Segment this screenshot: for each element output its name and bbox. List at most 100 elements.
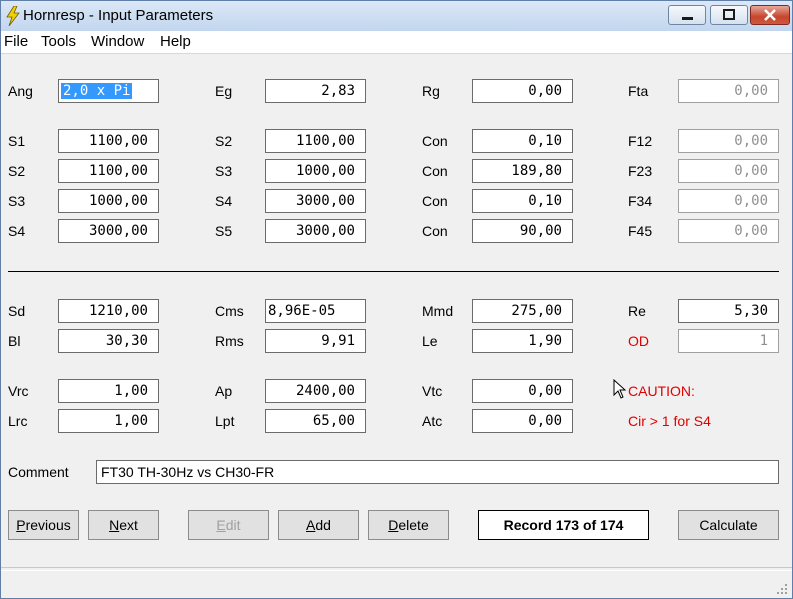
label-eg: Eg [215, 83, 233, 99]
label-vtc: Vtc [422, 383, 443, 399]
field-con-4[interactable]: 90,00 [472, 219, 573, 243]
label-cms: Cms [215, 303, 244, 319]
field-s2[interactable]: 1100,00 [265, 129, 366, 153]
field-ap[interactable]: 2400,00 [265, 379, 366, 403]
delete-button-label: Delete [388, 517, 429, 533]
window-title: Hornresp - Input Parameters [23, 7, 214, 24]
field-f45: 0,00 [678, 219, 779, 243]
minimize-button[interactable] [668, 5, 706, 25]
field-con-2[interactable]: 189,80 [472, 159, 573, 183]
hornresp-window: Hornresp - Input Parameters File Tools W… [0, 0, 793, 599]
label-con-4: Con [422, 223, 448, 239]
field-bl[interactable]: 30,30 [58, 329, 159, 353]
field-vtc[interactable]: 0,00 [472, 379, 573, 403]
field-s2-row2[interactable]: 1100,00 [58, 159, 159, 183]
label-mmd: Mmd [422, 303, 454, 319]
calculate-button[interactable]: Calculate [678, 510, 779, 540]
field-s4[interactable]: 3000,00 [265, 189, 366, 213]
menu-help[interactable]: Help [160, 33, 191, 50]
status-bar-divider [1, 567, 792, 568]
label-s2-row2: S2 [8, 163, 26, 179]
label-s3-row3: S3 [8, 193, 26, 209]
label-lrc: Lrc [8, 413, 28, 429]
label-vrc: Vrc [8, 383, 29, 399]
field-s4-row4[interactable]: 3000,00 [58, 219, 159, 243]
field-le[interactable]: 1,90 [472, 329, 573, 353]
label-s1: S1 [8, 133, 26, 149]
lightning-bolt-icon [6, 6, 20, 26]
resize-grip-icon[interactable] [773, 580, 789, 596]
label-s4-row4: S4 [8, 223, 26, 239]
field-s3[interactable]: 1000,00 [265, 159, 366, 183]
field-atc[interactable]: 0,00 [472, 409, 573, 433]
label-od: OD [628, 333, 649, 349]
field-lpt[interactable]: 65,00 [265, 409, 366, 433]
maximize-button[interactable] [710, 5, 748, 25]
label-atc: Atc [422, 413, 443, 429]
field-od: 1 [678, 329, 779, 353]
field-f34: 0,00 [678, 189, 779, 213]
caution-title: CAUTION: [628, 383, 695, 399]
field-con-1[interactable]: 0,10 [472, 129, 573, 153]
previous-button[interactable]: Previous [8, 510, 79, 540]
status-bar-highlight [1, 570, 792, 571]
field-vrc[interactable]: 1,00 [58, 379, 159, 403]
label-sd: Sd [8, 303, 26, 319]
title-bar[interactable]: Hornresp - Input Parameters [1, 1, 792, 31]
label-con-3: Con [422, 193, 448, 209]
previous-button-label: Previous [16, 517, 71, 533]
field-re[interactable]: 5,30 [678, 299, 779, 323]
field-s1[interactable]: 1100,00 [58, 129, 159, 153]
menu-window[interactable]: Window [91, 33, 144, 50]
label-comment: Comment [8, 464, 69, 480]
label-s3: S3 [215, 163, 233, 179]
field-cms[interactable]: 8,96E-05 [265, 299, 366, 323]
field-eg[interactable]: 2,83 [265, 79, 366, 103]
mouse-pointer-icon [613, 379, 627, 399]
field-ang-value: 2,0 x Pi [61, 83, 133, 99]
comment-input[interactable]: FT30 TH-30Hz vs CH30-FR [96, 460, 779, 484]
next-button-label: Next [109, 517, 138, 533]
field-rg[interactable]: 0,00 [472, 79, 573, 103]
menu-tools[interactable]: Tools [41, 33, 76, 50]
field-mmd[interactable]: 275,00 [472, 299, 573, 323]
label-f12: F12 [628, 133, 653, 149]
add-button[interactable]: Add [278, 510, 359, 540]
next-button[interactable]: Next [88, 510, 159, 540]
field-f12: 0,00 [678, 129, 779, 153]
label-s4: S4 [215, 193, 233, 209]
close-button[interactable] [750, 5, 790, 25]
close-icon [764, 9, 776, 21]
delete-button[interactable]: Delete [368, 510, 449, 540]
field-ang[interactable]: 2,0 x Pi [58, 79, 159, 103]
label-f23: F23 [628, 163, 653, 179]
minimize-icon [682, 17, 693, 20]
label-con-1: Con [422, 133, 448, 149]
label-re: Re [628, 303, 646, 319]
menu-file[interactable]: File [4, 33, 28, 50]
field-sd[interactable]: 1210,00 [58, 299, 159, 323]
label-s2: S2 [215, 133, 233, 149]
label-rms: Rms [215, 333, 244, 349]
label-s5: S5 [215, 223, 233, 239]
section-divider [8, 271, 779, 272]
field-lrc[interactable]: 1,00 [58, 409, 159, 433]
label-ang: Ang [8, 83, 33, 99]
label-ap: Ap [215, 383, 233, 399]
field-s3-row3[interactable]: 1000,00 [58, 189, 159, 213]
field-s5[interactable]: 3000,00 [265, 219, 366, 243]
label-f34: F34 [628, 193, 653, 209]
label-lpt: Lpt [215, 413, 235, 429]
edit-button: Edit [188, 510, 269, 540]
label-con-2: Con [422, 163, 448, 179]
field-rms[interactable]: 9,91 [265, 329, 366, 353]
label-bl: Bl [8, 333, 21, 349]
label-le: Le [422, 333, 438, 349]
field-f23: 0,00 [678, 159, 779, 183]
caution-message: Cir > 1 for S4 [628, 413, 711, 429]
field-con-3[interactable]: 0,10 [472, 189, 573, 213]
edit-button-label: Edit [216, 517, 241, 533]
label-fta: Fta [628, 83, 649, 99]
calculate-button-label: Calculate [699, 517, 758, 533]
record-indicator: Record 173 of 174 [478, 510, 649, 540]
